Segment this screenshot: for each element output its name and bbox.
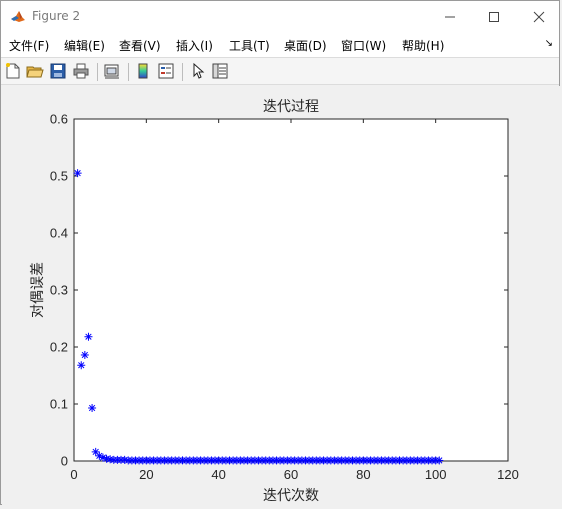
menu-bar: 文件(F) 编辑(E) 查看(V) 插入(I) 工具(T) 桌面(D) 窗口(W… bbox=[1, 32, 559, 57]
toolbar bbox=[1, 57, 559, 85]
toolbar-separator bbox=[182, 63, 183, 81]
y-tick-label: 0.2 bbox=[50, 340, 68, 355]
close-button[interactable] bbox=[516, 1, 561, 32]
y-tick-label: 0.3 bbox=[50, 283, 68, 298]
maximize-button[interactable] bbox=[471, 1, 516, 32]
link-figure-icon[interactable] bbox=[103, 62, 121, 80]
toolbar-separator bbox=[97, 63, 98, 81]
menu-desktop[interactable]: 桌面(D) bbox=[284, 37, 327, 54]
dock-arrow-icon[interactable]: ↘ bbox=[545, 38, 553, 49]
maximize-icon bbox=[488, 11, 499, 22]
insert-legend-icon[interactable] bbox=[157, 62, 175, 80]
x-tick-label: 120 bbox=[497, 467, 519, 482]
menu-window[interactable]: 窗口(W) bbox=[341, 37, 386, 54]
data-point-marker bbox=[435, 456, 444, 465]
edit-plot-icon[interactable] bbox=[189, 62, 207, 80]
figure-canvas: 0 20 40 60 80 100 120 0 0.1 0.2 0.3 0.4 0.5 0.6 迭代过程 … bbox=[2, 86, 560, 505]
menu-file[interactable]: 文件(F) bbox=[9, 37, 49, 54]
window-title: Figure 2 bbox=[32, 9, 81, 23]
minimize-button[interactable] bbox=[427, 1, 472, 32]
close-icon bbox=[533, 11, 544, 22]
plot-area bbox=[73, 118, 509, 462]
insert-colorbar-icon[interactable] bbox=[134, 62, 152, 80]
x-tick-label: 40 bbox=[211, 467, 225, 482]
figure-window: Figure 2 文件(F) 编辑(E) 查看(V) 插入(I) 工具(T) 桌… bbox=[0, 0, 560, 505]
toolbar-separator bbox=[128, 63, 129, 81]
x-tick-label: 0 bbox=[70, 467, 77, 482]
x-axis-label: 迭代次数 bbox=[263, 487, 319, 503]
print-icon[interactable] bbox=[72, 62, 90, 80]
menu-help[interactable]: 帮助(H) bbox=[402, 37, 444, 54]
menu-tools[interactable]: 工具(T) bbox=[229, 37, 270, 54]
y-tick-label: 0.4 bbox=[50, 226, 68, 241]
title-bar[interactable]: Figure 2 bbox=[1, 1, 559, 32]
x-tick-label: 60 bbox=[284, 467, 298, 482]
scatter-chart[interactable]: 0 20 40 60 80 100 12000.10.20.30.40.50.6 迭代过程 … bbox=[2, 86, 560, 505]
menu-insert[interactable]: 插入(I) bbox=[176, 37, 213, 54]
y-tick-label: 0.5 bbox=[50, 169, 68, 184]
x-tick-label: 20 bbox=[139, 467, 153, 482]
minimize-icon bbox=[444, 16, 455, 17]
open-file-icon[interactable] bbox=[26, 62, 44, 80]
save-icon[interactable] bbox=[49, 62, 67, 80]
property-inspector-icon[interactable] bbox=[211, 62, 229, 80]
y-axis-label: 对偶误差 bbox=[29, 262, 45, 318]
matlab-logo-icon bbox=[10, 8, 26, 24]
menu-edit[interactable]: 编辑(E) bbox=[64, 37, 105, 54]
y-tick-label: 0 bbox=[61, 454, 68, 469]
chart-title: 迭代过程 bbox=[263, 98, 319, 114]
x-tick-label: 80 bbox=[356, 467, 370, 482]
y-tick-label: 0.6 bbox=[50, 112, 68, 127]
x-tick-label: 100 bbox=[425, 467, 447, 482]
menu-view[interactable]: 查看(V) bbox=[119, 37, 161, 54]
data-point-marker bbox=[84, 332, 93, 341]
y-tick-label: 0.1 bbox=[50, 397, 68, 412]
new-figure-icon[interactable] bbox=[4, 62, 22, 80]
